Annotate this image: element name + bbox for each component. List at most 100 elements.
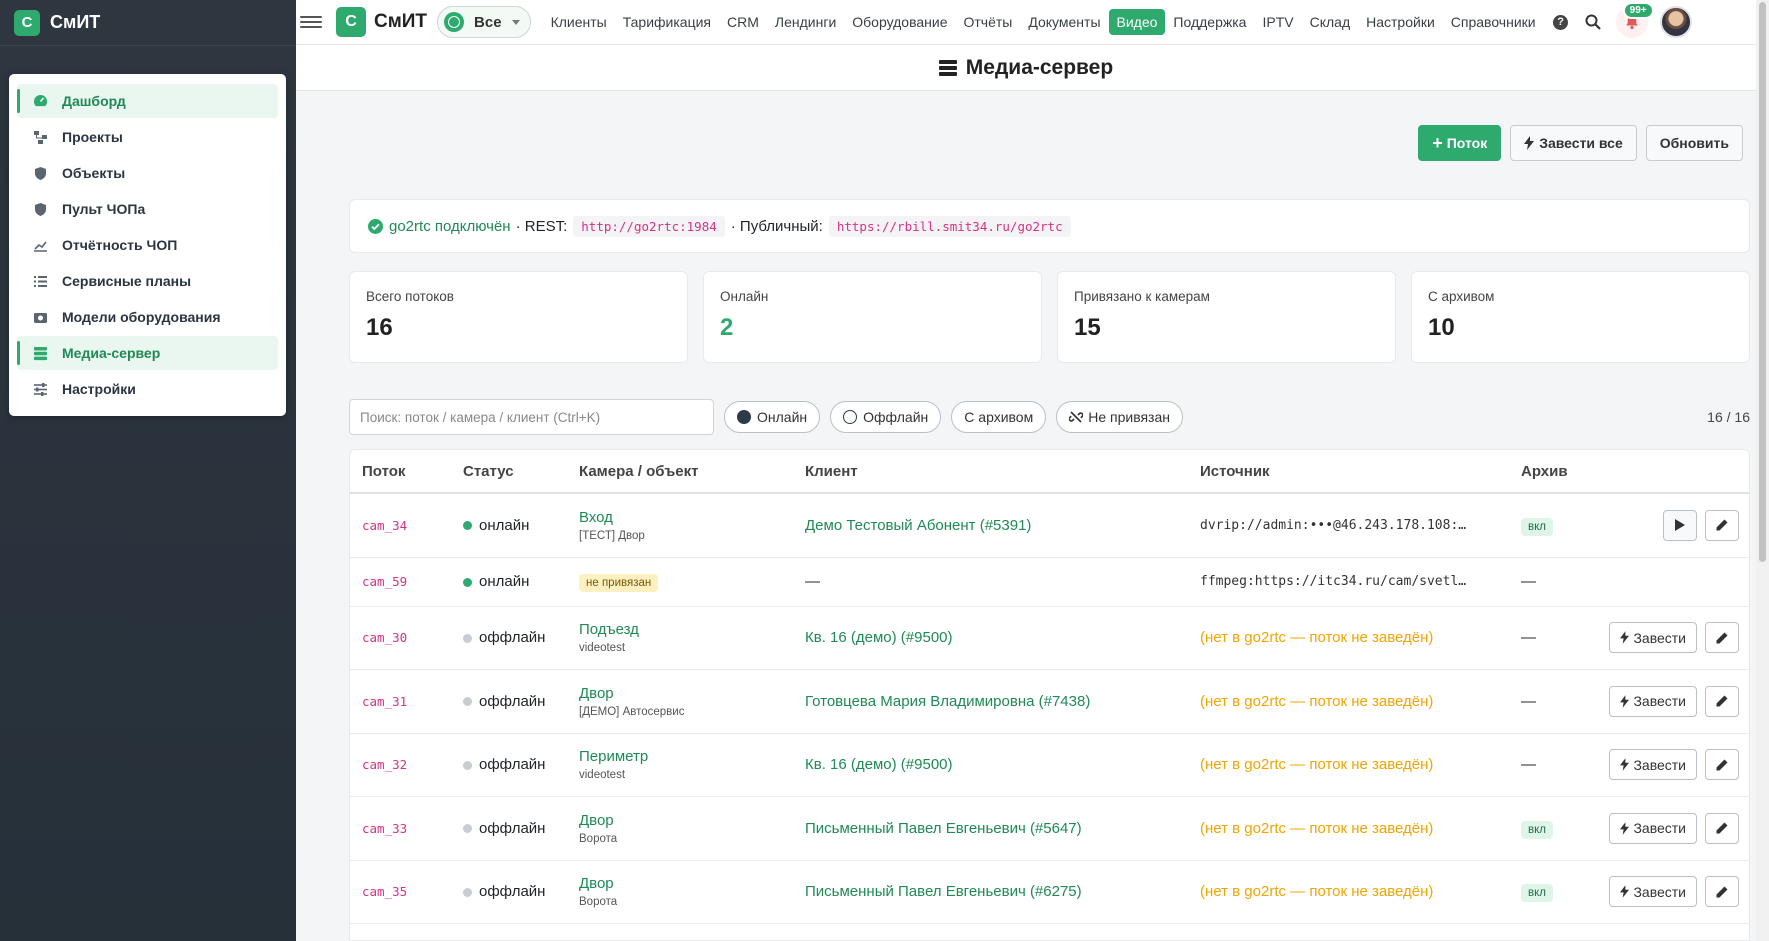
table-row[interactable]: cam_34 онлайн Вход [ТЕСТ] Двор Демо Тестовый… [350, 494, 1749, 558]
edit-icon [1716, 632, 1728, 644]
sliders-icon [32, 381, 48, 397]
client-empty: — [805, 573, 820, 590]
start-stream-button[interactable]: Завести [1609, 622, 1697, 654]
filter-archive-chip[interactable]: С архивом [951, 401, 1047, 433]
edit-button[interactable] [1705, 622, 1739, 654]
refresh-button[interactable]: Обновить [1645, 125, 1743, 161]
server-icon [32, 345, 48, 361]
archive-empty: — [1521, 756, 1536, 774]
status-dot-icon [463, 633, 472, 643]
col-client[interactable]: Клиент [793, 463, 1188, 480]
sidebar-item-2[interactable]: Объекты [17, 156, 278, 190]
stat-label: Онлайн [720, 289, 769, 304]
scrollbar[interactable] [1756, 0, 1769, 941]
nav-link-4[interactable]: Оборудование [844, 9, 955, 35]
camera-name[interactable]: Подъезд [579, 621, 793, 638]
sidebar-brand-name: СмИТ [50, 12, 101, 32]
stream-id[interactable]: cam_30 [362, 630, 407, 645]
camera-name[interactable]: Двор [579, 685, 793, 702]
client-link[interactable]: Кв. 16 (демо) (#9500) [805, 629, 953, 646]
nav-link-8[interactable]: Поддержка [1165, 9, 1254, 35]
camera-name[interactable]: Вход [579, 509, 793, 526]
sidebar-item-0[interactable]: Дашборд [17, 84, 278, 118]
edit-button[interactable] [1705, 876, 1739, 908]
nav-link-12[interactable]: Справочники [1443, 9, 1544, 35]
sidebar-item-7[interactable]: Медиа-сервер [17, 336, 278, 370]
nav-link-0[interactable]: Клиенты [543, 9, 615, 35]
status-text: оффлайн [479, 629, 546, 647]
sidebar-item-1[interactable]: Проекты [17, 120, 278, 154]
avatar[interactable] [1659, 6, 1692, 38]
start-stream-button[interactable]: Завести [1609, 812, 1697, 844]
table-row[interactable]: cam_30 оффлайн Подъезд videotest Кв. 16 (дем… [350, 607, 1749, 670]
filter-unbound-chip[interactable]: Не привязан [1056, 401, 1183, 433]
stream-id[interactable]: cam_59 [362, 574, 407, 589]
sidebar-brand[interactable]: С СмИТ [0, 0, 296, 46]
nav-link-3[interactable]: Лендинги [767, 9, 844, 35]
stream-id[interactable]: cam_35 [362, 884, 407, 899]
help-button[interactable]: ? [1546, 7, 1576, 37]
start-all-button[interactable]: Завести все [1510, 125, 1637, 161]
stream-id[interactable]: cam_32 [362, 757, 407, 772]
nav-link-11[interactable]: Настройки [1358, 9, 1443, 35]
topbar-brand[interactable]: С СмИТ [336, 7, 427, 37]
client-link[interactable]: Кв. 16 (демо) (#9500) [805, 756, 953, 773]
table-row[interactable]: cam_35 оффлайн Двор Ворота Письменный Павел … [350, 861, 1749, 924]
edit-icon [1716, 759, 1728, 771]
server-icon [938, 59, 957, 76]
hamburger-icon[interactable] [300, 16, 322, 28]
play-button[interactable] [1663, 509, 1697, 541]
stream-id[interactable]: cam_34 [362, 518, 407, 533]
archive-empty: — [1521, 629, 1536, 647]
add-stream-button[interactable]: + Поток [1418, 125, 1502, 161]
results-counter: 16 / 16 [1707, 409, 1750, 425]
client-link[interactable]: Готовцева Мария Владимировна (#7438) [805, 693, 1090, 710]
col-status[interactable]: Статус [451, 463, 567, 480]
client-link[interactable]: Письменный Павел Евгеньевич (#5647) [805, 820, 1082, 837]
table-row[interactable]: cam_32 оффлайн Периметр videotest Кв. 16 (де… [350, 734, 1749, 797]
table-row[interactable]: cam_33 оффлайн Двор Ворота Письменный Павел … [350, 797, 1749, 861]
start-stream-button[interactable]: Завести [1609, 749, 1697, 781]
sidebar-item-6[interactable]: Модели оборудования [17, 300, 278, 334]
sidebar-item-5[interactable]: Сервисные планы [17, 264, 278, 298]
client-link[interactable]: Демо Тестовый Абонент (#5391) [805, 517, 1031, 534]
notifications-button[interactable]: 99+ [1615, 2, 1654, 38]
col-source[interactable]: Источник [1188, 463, 1509, 480]
table-header: Поток Статус Камера / объект Клиент Исто… [350, 450, 1749, 494]
filter-offline-chip[interactable]: Оффлайн [830, 401, 942, 433]
edit-button[interactable] [1705, 685, 1739, 717]
table-row[interactable]: cam_59 онлайн не привязан — ffmpeg:https://i… [350, 558, 1749, 607]
col-archive[interactable]: Архив [1509, 463, 1599, 480]
table-row[interactable]: cam_31 оффлайн Двор [ДЕМО] Автосервис Готовц… [350, 670, 1749, 734]
nav-link-9[interactable]: IPTV [1254, 9, 1301, 35]
scrollbar-thumb[interactable] [1759, 2, 1766, 562]
globe-icon [444, 12, 465, 32]
scope-select[interactable]: Все [437, 6, 531, 38]
edit-button[interactable] [1705, 749, 1739, 781]
col-camera[interactable]: Камера / объект [567, 463, 793, 480]
camera-name[interactable]: Двор [579, 812, 793, 829]
stream-id[interactable]: cam_33 [362, 821, 407, 836]
nav-link-6[interactable]: Документы [1020, 9, 1108, 35]
stream-id[interactable]: cam_31 [362, 694, 407, 709]
nav-link-10[interactable]: Склад [1302, 9, 1359, 35]
nav-link-2[interactable]: CRM [719, 9, 767, 35]
camera-name[interactable]: Периметр [579, 748, 793, 765]
start-stream-button[interactable]: Завести [1609, 876, 1697, 908]
status-text: оффлайн [479, 692, 546, 710]
edit-button[interactable] [1705, 812, 1739, 844]
start-stream-button[interactable]: Завести [1609, 685, 1697, 717]
edit-button[interactable] [1705, 509, 1739, 541]
col-stream[interactable]: Поток [350, 463, 451, 480]
sidebar-item-8[interactable]: Настройки [17, 372, 278, 406]
search-input[interactable] [349, 399, 714, 435]
camera-name[interactable]: Двор [579, 875, 793, 892]
client-link[interactable]: Письменный Павел Евгеньевич (#6275) [805, 883, 1082, 900]
filter-online-chip[interactable]: Онлайн [724, 401, 821, 433]
sidebar-item-3[interactable]: Пульт ЧОПа [17, 192, 278, 226]
nav-link-7[interactable]: Видео [1108, 9, 1166, 35]
nav-link-5[interactable]: Отчёты [955, 9, 1020, 35]
sidebar-item-4[interactable]: Отчётность ЧОП [17, 228, 278, 262]
search-button[interactable] [1578, 7, 1608, 37]
nav-link-1[interactable]: Тарификация [615, 9, 719, 35]
